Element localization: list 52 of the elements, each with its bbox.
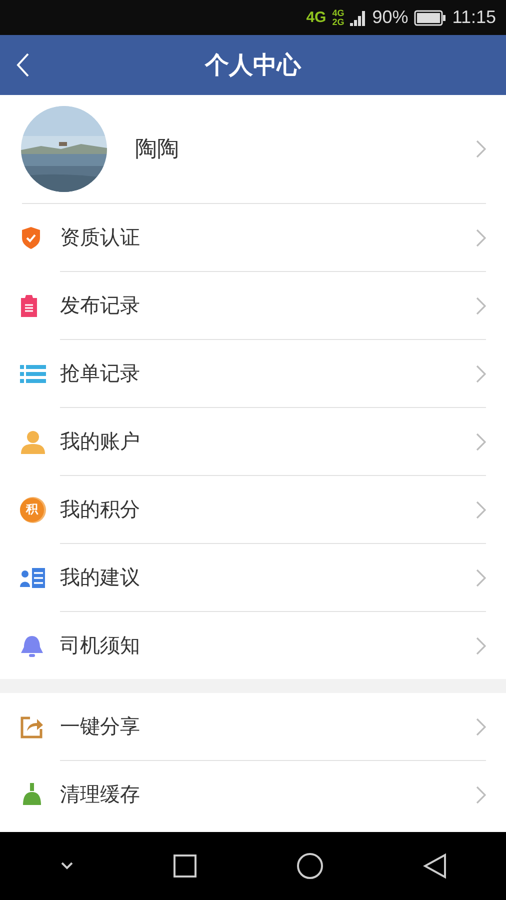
feedback-list-icon	[20, 568, 46, 588]
signal-icon	[350, 8, 366, 26]
menu-label: 我的建议	[60, 564, 141, 591]
broom-icon	[20, 782, 44, 806]
menu-item[interactable]: 我的建议	[0, 544, 506, 611]
menu-label: 我的账户	[60, 428, 141, 455]
page-title: 个人中心	[205, 50, 301, 81]
back-nav-icon[interactable]	[422, 853, 446, 879]
menu-item[interactable]: 积 我的积分	[0, 476, 506, 543]
profile-row[interactable]: 陶陶	[0, 95, 506, 203]
back-icon	[16, 53, 30, 77]
chevron-right-icon	[476, 432, 486, 450]
menu-label: 清理缓存	[60, 781, 141, 808]
menu-label: 一键分享	[60, 713, 141, 740]
chevron-right-icon	[476, 636, 486, 654]
menu-item[interactable]: 资质认证	[0, 204, 506, 271]
menu-label: 发布记录	[60, 292, 141, 319]
chevron-right-icon	[476, 140, 486, 158]
recents-icon[interactable]	[172, 854, 196, 878]
menu-label: 资质认证	[60, 224, 141, 251]
chevron-right-icon	[476, 786, 486, 804]
chevron-right-icon	[476, 500, 486, 518]
bell-icon	[20, 634, 44, 656]
share-icon	[20, 714, 44, 738]
menu-item[interactable]: 发布记录	[0, 272, 506, 339]
list-icon	[20, 364, 46, 384]
collapse-icon[interactable]	[60, 861, 74, 871]
menu-label: 司机须知	[60, 632, 141, 659]
shield-check-icon	[20, 226, 42, 250]
chevron-right-icon	[476, 364, 486, 382]
chevron-right-icon	[476, 568, 486, 586]
person-icon	[20, 430, 46, 454]
battery-icon	[414, 10, 446, 26]
clipboard-icon	[20, 294, 38, 318]
points-icon: 积	[20, 498, 44, 522]
chevron-right-icon	[476, 718, 486, 736]
network-indicator: 2G	[332, 18, 344, 26]
menu-item[interactable]: 我的账户	[0, 408, 506, 475]
home-icon[interactable]	[296, 852, 324, 880]
battery-percent: 90%	[372, 7, 408, 28]
network-indicator: 4G	[332, 8, 344, 18]
menu-item[interactable]: 抢单记录	[0, 340, 506, 407]
menu-label: 抢单记录	[60, 360, 141, 387]
menu-item[interactable]: 清理缓存	[0, 761, 506, 828]
user-name: 陶陶	[135, 136, 180, 164]
clock-time: 11:15	[452, 7, 496, 28]
chevron-right-icon	[476, 296, 486, 314]
chevron-right-icon	[476, 228, 486, 246]
menu-item[interactable]: 一键分享	[0, 693, 506, 760]
menu-item[interactable]: 司机须知	[0, 612, 506, 679]
network-indicator: 4G	[306, 9, 326, 26]
menu-label: 我的积分	[60, 496, 141, 523]
